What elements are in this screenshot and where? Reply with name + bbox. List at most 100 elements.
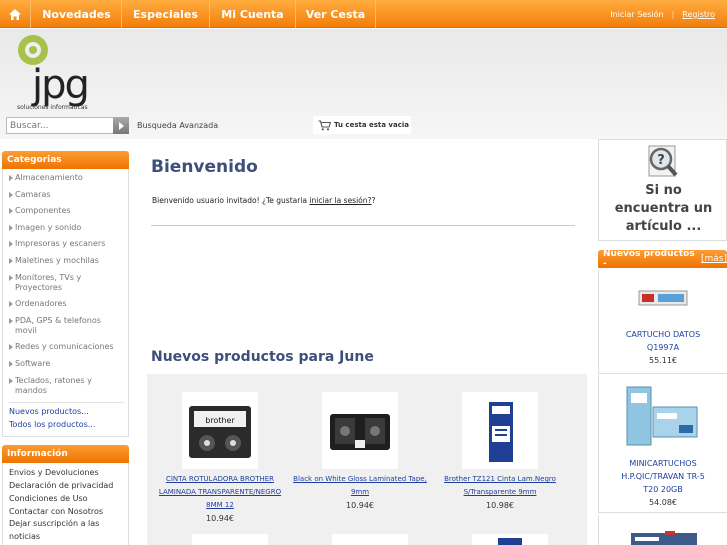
categories-header: Categorias [2,151,129,169]
product-name-link[interactable]: CARTUCHO DATOS Q1997A [618,328,708,354]
data-cartridge-icon [638,290,688,306]
category-item[interactable]: Imagen y sonido [9,223,124,233]
tape-box-icon [498,538,522,545]
new-products-heading: Nuevos productos para June [151,349,374,365]
label-tape-icon [330,413,390,450]
arrow-bullet-icon [9,317,13,324]
logo-text: jpg [32,62,90,108]
right-sidebar: ? Si no encuentra un artículo ... Nuevos… [598,139,727,545]
nav-ver-cesta[interactable]: Ver Cesta [296,0,376,28]
welcome-message: Bienvenido usuario invitado! ¿Te gustari… [152,196,376,205]
magnifier-help-icon: ? [648,145,678,177]
info-box: Información Envios y Devoluciones Declar… [2,445,129,545]
product-name-link[interactable]: Black on White Gloss Laminated Tape, 9mm [290,473,430,499]
minicartridge-icon [626,386,698,446]
label-tape-icon: brother [189,405,251,458]
arrow-bullet-icon [9,208,13,215]
logo[interactable]: jpg soluciones informáticas [13,31,93,113]
new-products-link[interactable]: Nuevos productos... [9,406,124,419]
account-links: Iniciar Sesión | Registro [610,0,715,28]
product-card: Brother TZ121 Cinta Lam.Negro S/Transpar… [430,392,570,510]
arrow-bullet-icon [9,301,13,308]
category-list: Almacenamiento Camaras Componentes Image… [2,169,129,438]
category-item[interactable]: Teclados, ratones y mandos [9,376,124,396]
sidebar-product [598,515,727,545]
arrow-bullet-icon [9,377,13,384]
arrow-bullet-icon [9,344,13,351]
info-link-shipping[interactable]: Envios y Devoluciones [9,467,124,480]
category-item[interactable]: Camaras [9,190,124,200]
category-item[interactable]: Ordenadores [9,299,124,309]
page-title: Bienvenido [151,157,258,177]
arrow-bullet-icon [9,191,13,198]
product-image[interactable] [332,534,408,545]
product-price: 10.98€ [486,501,514,510]
product-price: 10.94€ [206,514,234,523]
product-card: Black on White Gloss Laminated Tape, 9mm… [290,392,430,510]
product-image[interactable] [599,270,727,328]
category-item[interactable]: PDA, GPS & telefonos movil [9,316,124,336]
category-item[interactable]: Impresoras y escaners [9,239,124,249]
product-image[interactable] [599,515,727,545]
category-item[interactable]: Almacenamiento [9,173,124,183]
category-item[interactable]: Software [9,359,124,369]
info-header: Información [2,445,129,464]
cart-icon [318,119,331,130]
top-nav-bar: Novedades Especiales Mi Cuenta Ver Cesta… [0,0,727,28]
product-name-link[interactable]: CINTA ROTULADORA BROTHER LAMINADA TRANSP… [150,473,290,512]
arrow-bullet-icon [9,274,13,281]
register-link[interactable]: Registro [682,10,715,19]
category-item[interactable]: Componentes [9,206,124,216]
product-image[interactable] [322,392,398,469]
divider [151,225,575,226]
login-link[interactable]: Iniciar Sesión [610,10,663,19]
all-products-link[interactable]: Todos los productos... [9,419,124,432]
category-item[interactable]: Monitores, TVs y Proyectores [9,273,124,293]
search-submit-button[interactable] [113,117,129,134]
arrow-bullet-icon [9,224,13,231]
advanced-search-link[interactable]: Busqueda Avanzada [137,121,218,130]
left-sidebar: Categorias Almacenamiento Camaras Compon… [2,151,129,545]
nav-novedades[interactable]: Novedades [32,0,122,28]
product-price: 10.94€ [346,501,374,510]
category-item[interactable]: Redes y comunicaciones [9,342,124,352]
category-item[interactable]: Maletines y mochilas [9,256,124,266]
info-link-contact[interactable]: Contactar con Nosotros [9,506,124,519]
home-icon [9,8,21,20]
info-link-terms[interactable]: Condiciones de Uso [9,493,124,506]
product-grid: brother CINTA ROTULADORA BROTHER LAMINAD… [147,374,587,545]
product-name-link[interactable]: Brother TZ121 Cinta Lam.Negro S/Transpar… [430,473,570,499]
tape-box-icon [489,401,513,462]
site-header: jpg soluciones informáticas Busqueda Ava… [0,29,727,139]
product-image[interactable] [599,375,727,457]
info-link-privacy[interactable]: Declaración de privacidad [9,480,124,493]
nav-mi-cuenta[interactable]: Mi Cuenta [210,0,296,28]
product-name-link[interactable]: MINICARTUCHOS H.P.QIC/TRAVAN TR-5 T20 20… [613,457,713,496]
arrow-bullet-icon [9,175,13,181]
arrow-right-icon [119,121,124,130]
sidebar-product: CARTUCHO DATOS Q1997A 55.11€ [598,270,727,374]
product-image[interactable] [462,392,538,469]
arrow-bullet-icon [9,241,13,248]
nav-especiales[interactable]: Especiales [122,0,210,28]
not-found-text: Si no encuentra un artículo ... [614,183,713,234]
cart-status-text: Tu cesta esta vacia [334,121,409,129]
cart-summary[interactable]: Tu cesta esta vacia [313,116,411,134]
product-price: 55.11€ [649,356,677,365]
home-button[interactable] [0,0,31,28]
product-image[interactable]: brother [182,392,258,469]
product-image[interactable] [472,534,548,545]
arrow-bullet-icon [9,360,13,367]
logo-subtitle: soluciones informáticas [17,104,88,111]
divider [9,402,124,404]
info-link-unsubscribe[interactable]: Dejar suscripción a las noticias [9,518,124,544]
login-prompt-link[interactable]: iniciar la sesión? [309,196,371,205]
product-price: 54.08€ [649,498,677,507]
arrow-bullet-icon [9,257,13,264]
info-list: Envios y Devoluciones Declaración de pri… [2,463,129,545]
search-input[interactable] [6,117,115,134]
more-link[interactable]: [más] [701,254,727,264]
not-found-banner[interactable]: ? Si no encuentra un artículo ... [598,139,727,241]
product-image[interactable] [192,534,268,545]
new-products-box-header: Nuevos productos - [más] [598,249,727,269]
